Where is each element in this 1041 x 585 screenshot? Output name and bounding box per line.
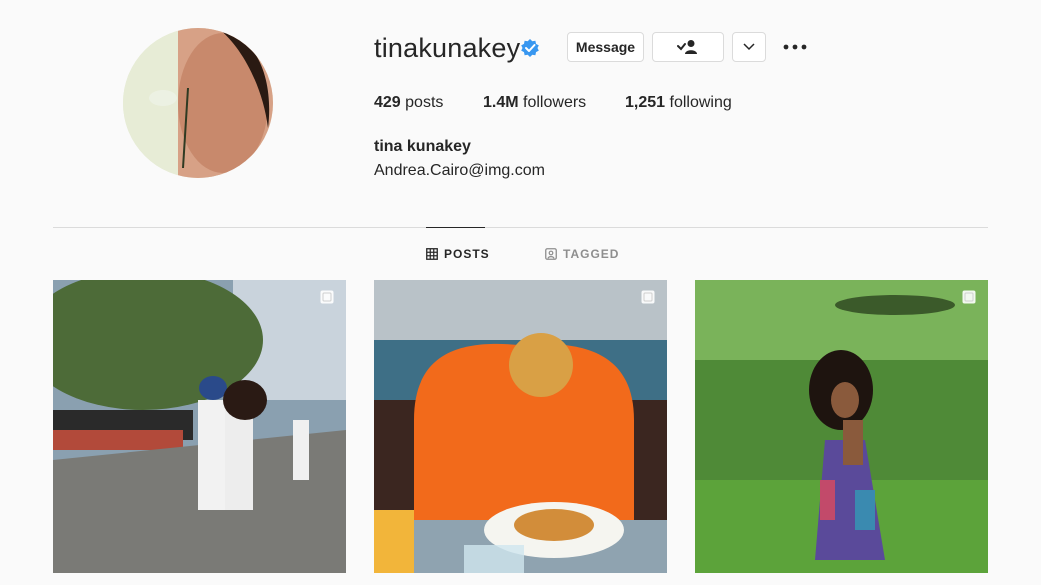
post-thumbnail[interactable]: [695, 280, 988, 573]
carousel-icon: [641, 290, 655, 304]
tab-posts-label: POSTS: [444, 247, 490, 261]
message-button[interactable]: Message: [567, 32, 644, 62]
profile-bio: Andrea.Cairo@img.com: [374, 162, 545, 179]
followers-count: 1.4M: [483, 94, 519, 111]
options-button[interactable]: [780, 36, 810, 58]
following-label: following: [669, 94, 732, 111]
chevron-down-icon: [743, 43, 755, 51]
grid-icon: [426, 248, 438, 260]
tab-posts[interactable]: POSTS: [426, 247, 490, 261]
profile-username: tinakunakey: [374, 33, 521, 63]
person-check-icon: [677, 40, 697, 54]
following-count: 1,251: [625, 94, 666, 111]
tag-icon: [545, 248, 557, 260]
followers-stat[interactable]: 1.4M followers: [483, 94, 586, 112]
following-stat[interactable]: 1,251 following: [625, 94, 732, 112]
post-image: [53, 280, 346, 573]
profile-avatar[interactable]: [123, 28, 273, 178]
tabs-divider: [53, 227, 988, 228]
posts-label: posts: [405, 94, 444, 111]
posts-stat: 429 posts: [374, 94, 443, 112]
carousel-icon: [320, 290, 334, 304]
tab-tagged-label: TAGGED: [563, 247, 620, 261]
more-horizontal-icon: [783, 44, 807, 50]
profile-full-name: tina kunakey: [374, 138, 471, 155]
suggested-accounts-button[interactable]: [732, 32, 766, 62]
tab-tagged[interactable]: TAGGED: [545, 247, 619, 261]
post-thumbnail[interactable]: [374, 280, 667, 573]
following-button[interactable]: [652, 32, 724, 62]
verified-badge-icon: [521, 39, 539, 57]
followers-label: followers: [523, 94, 587, 111]
carousel-icon: [962, 290, 976, 304]
post-thumbnail[interactable]: [53, 280, 346, 573]
post-image: [374, 280, 667, 573]
posts-count: 429: [374, 94, 401, 111]
active-tab-indicator: [426, 227, 485, 228]
avatar-image: [123, 28, 273, 178]
post-image: [695, 280, 988, 573]
